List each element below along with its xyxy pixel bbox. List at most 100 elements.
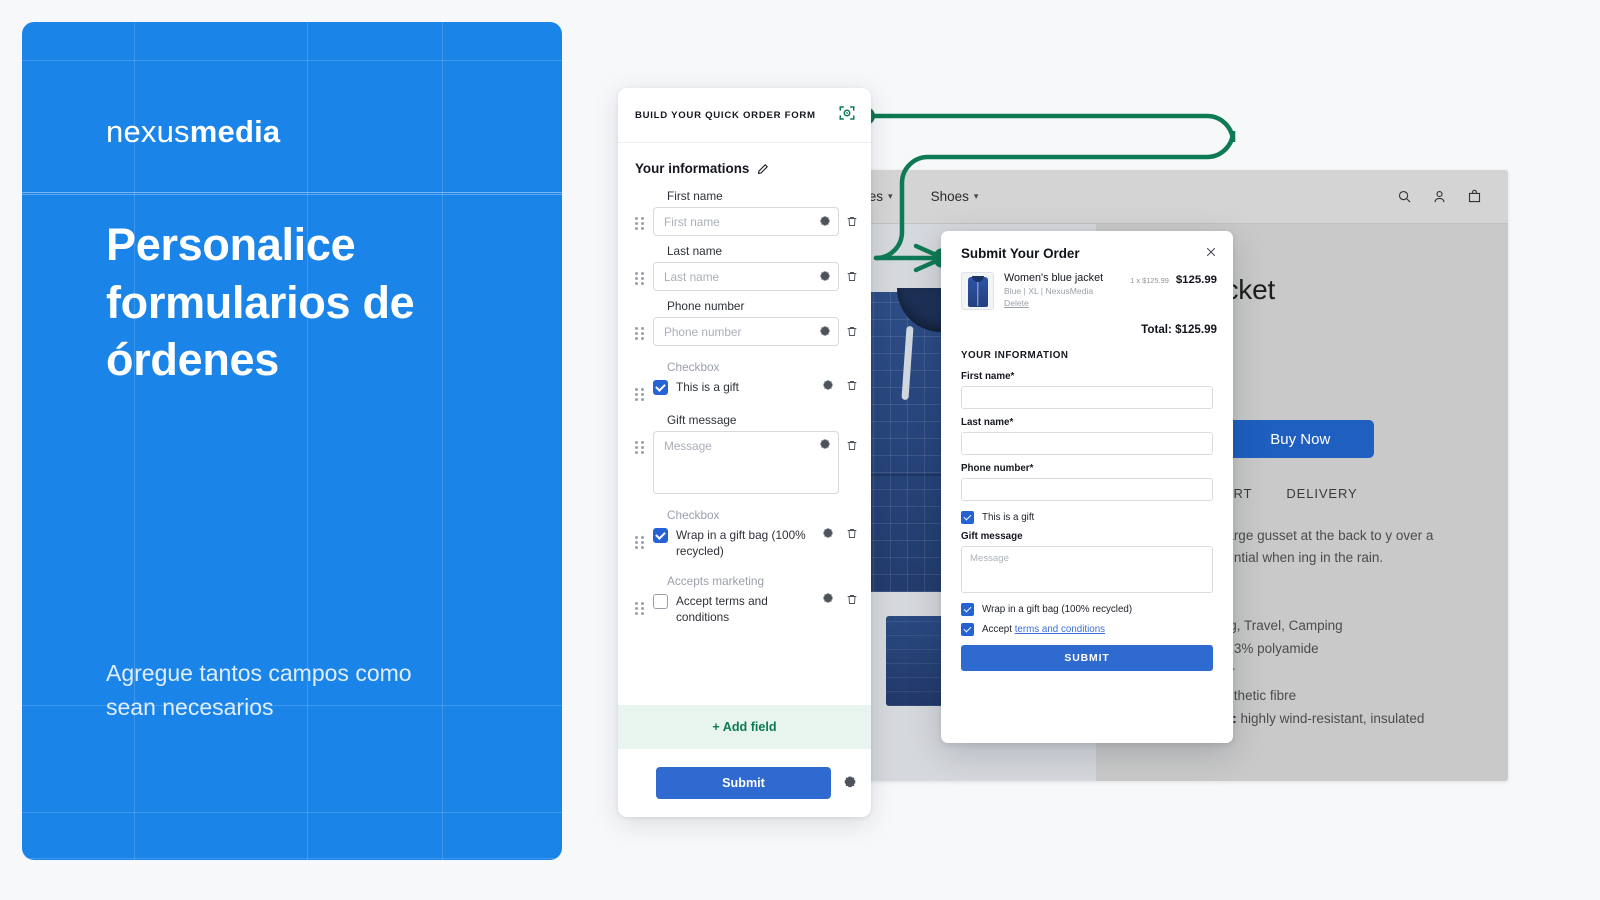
trash-icon[interactable] <box>846 439 858 452</box>
drag-handle-icon[interactable] <box>635 441 646 454</box>
gift-checkbox[interactable] <box>653 380 668 395</box>
hero-title: Personalice formularios de órdenes <box>106 219 415 386</box>
builder-header-title: BUILD YOUR QUICK ORDER FORM <box>635 109 816 121</box>
add-field-button[interactable]: + Add field <box>618 705 871 749</box>
close-icon[interactable] <box>1205 246 1217 262</box>
store-navbar: othes ▾ Shoes ▾ <box>806 170 1508 224</box>
field-actions <box>846 215 858 228</box>
modal-phone-number-label: Phone number* <box>961 463 1034 474</box>
drag-handle-icon[interactable] <box>635 217 646 230</box>
gear-icon[interactable] <box>819 271 831 283</box>
nav-item-shoes-label: Shoes <box>930 189 969 204</box>
terms-checkbox[interactable] <box>653 593 668 609</box>
builder-field-gift-message: Gift message Message <box>635 413 858 494</box>
gift-message-textarea[interactable]: Message <box>653 431 839 494</box>
modal-wrap-checkbox-label: Wrap in a gift bag (100% recycled) <box>982 604 1133 615</box>
terms-prefix: Accept <box>982 624 1012 635</box>
gear-icon[interactable] <box>822 380 834 392</box>
modal-gift-message-textarea[interactable]: Message <box>961 546 1213 593</box>
builder-field-last-name: Last name Last name <box>635 244 858 291</box>
trash-icon[interactable] <box>846 270 858 283</box>
drag-handle-icon[interactable] <box>635 388 646 401</box>
builder-field-gift-checkbox: Checkbox This is a gift <box>635 360 858 401</box>
modal-title: Submit Your Order <box>961 246 1080 261</box>
field-placeholder: Phone number <box>664 324 742 339</box>
modal-gift-checkbox[interactable] <box>961 511 974 524</box>
modal-form: YOUR INFORMATION First name* Last name* … <box>941 348 1233 671</box>
trash-icon[interactable] <box>846 215 858 228</box>
trash-icon[interactable] <box>846 379 858 392</box>
field-label: Checkbox <box>667 508 720 522</box>
brand-logo: nexusmedia <box>106 114 500 150</box>
nav-item-shoes[interactable]: Shoes ▾ <box>931 189 979 204</box>
tab-delivery[interactable]: DELIVERY <box>1286 486 1357 509</box>
modal-terms-checkbox-label: Accept terms and conditions <box>982 624 1105 635</box>
order-line-item: Women's blue jacket Blue | XL | NexusMed… <box>941 262 1233 310</box>
terms-and-conditions-link[interactable]: terms and conditions <box>1015 624 1105 635</box>
modal-gift-checkbox-label: This is a gift <box>982 512 1035 523</box>
screen-root: nexusmedia Personalice formularios de ór… <box>0 0 1600 900</box>
modal-submit-button[interactable]: SUBMIT <box>961 645 1213 671</box>
builder-field-list: Your informations First name First name <box>618 143 871 705</box>
field-actions <box>822 593 858 606</box>
line-item-total: $125.99 <box>1175 274 1217 286</box>
drag-handle-icon[interactable] <box>635 601 646 615</box>
field-actions <box>822 527 858 540</box>
modal-last-name-label: Last name* <box>961 417 1014 428</box>
account-icon[interactable] <box>1432 189 1447 204</box>
gear-icon[interactable] <box>843 776 857 790</box>
wrap-checkbox[interactable] <box>653 528 668 543</box>
builder-field-accepts-marketing: Accepts marketing Accept terms and condi… <box>635 574 858 626</box>
builder-section-title: Your informations <box>635 161 858 176</box>
last-name-input[interactable]: Last name <box>653 262 839 291</box>
focus-target-icon[interactable] <box>838 104 856 127</box>
drag-handle-icon[interactable] <box>635 272 646 285</box>
cart-icon[interactable] <box>1467 189 1482 204</box>
modal-wrap-checkbox[interactable] <box>961 603 974 616</box>
modal-terms-checkbox[interactable] <box>961 623 974 636</box>
trash-icon[interactable] <box>846 527 858 540</box>
field-label: Last name <box>667 244 723 258</box>
modal-first-name-input[interactable] <box>961 386 1213 409</box>
buy-now-button[interactable]: Buy Now <box>1226 420 1375 458</box>
field-label: Phone number <box>667 299 745 313</box>
gear-icon[interactable] <box>822 528 834 540</box>
hero-subtitle: Agregue tantos campos como sean necesari… <box>106 659 412 720</box>
trash-icon[interactable] <box>846 325 858 338</box>
field-label: Accepts marketing <box>667 573 765 588</box>
delete-line-item-link[interactable]: Delete <box>1004 298 1120 308</box>
modal-last-name-input[interactable] <box>961 432 1213 455</box>
line-item-unit-price: 1 x $125.99 <box>1130 276 1169 285</box>
pencil-icon[interactable] <box>757 163 769 175</box>
first-name-input[interactable]: First name <box>653 207 839 236</box>
builder-field-wrap-checkbox: Checkbox Wrap in a gift bag (100% recycl… <box>635 508 858 560</box>
brand-logo-bold: media <box>189 114 281 149</box>
submit-order-modal: Submit Your Order Women's blue jacket Bl… <box>941 231 1233 743</box>
modal-first-name-label: First name* <box>961 371 1015 382</box>
phone-number-input[interactable]: Phone number <box>653 317 839 346</box>
drag-handle-icon[interactable] <box>635 536 646 549</box>
gear-icon[interactable] <box>819 439 831 451</box>
builder-field-first-name: First name First name <box>635 189 858 236</box>
drag-handle-icon[interactable] <box>635 327 646 340</box>
hero-panel: nexusmedia Personalice formularios de ór… <box>22 22 562 860</box>
field-label: Gift message <box>667 413 737 427</box>
field-label: Checkbox <box>667 360 720 374</box>
field-placeholder: Message <box>664 439 712 453</box>
modal-gift-message-label: Gift message <box>961 531 1023 542</box>
jacket-thumbnail <box>961 272 994 310</box>
gear-icon[interactable] <box>819 216 831 228</box>
gear-icon[interactable] <box>822 593 834 605</box>
builder-header: BUILD YOUR QUICK ORDER FORM <box>618 88 871 143</box>
modal-phone-number-input[interactable] <box>961 478 1213 501</box>
field-actions <box>846 439 858 452</box>
checkbox-label: Wrap in a gift bag (100% recycled) <box>676 528 806 559</box>
form-builder-card: BUILD YOUR QUICK ORDER FORM Your informa… <box>618 88 871 817</box>
search-icon[interactable] <box>1397 189 1412 204</box>
builder-submit-button[interactable]: Submit <box>656 767 831 799</box>
trash-icon[interactable] <box>846 593 858 606</box>
gear-icon[interactable] <box>819 326 831 338</box>
order-total: Total: $125.99 <box>1141 323 1217 336</box>
builder-section-title-text: Your informations <box>635 161 750 176</box>
chevron-down-icon: ▾ <box>973 191 979 201</box>
